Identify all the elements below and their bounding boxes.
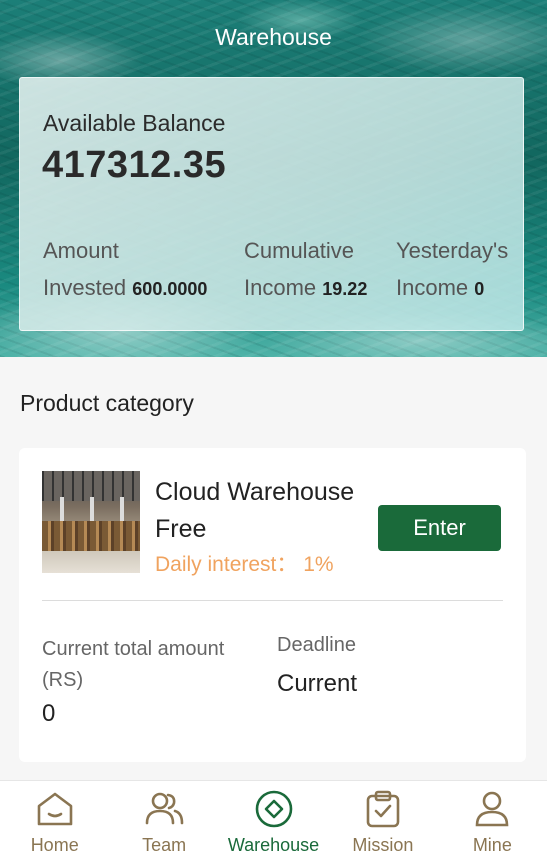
cumulative-income-stat: Cumulative Income 19.22 — [244, 232, 367, 308]
deadline-label: Deadline — [277, 634, 356, 656]
available-balance-label: Available Balance — [43, 110, 226, 136]
balance-card: Available Balance 417312.35 Amount Inves… — [19, 77, 524, 331]
current-total-amount-label: Current total amount (RS) — [42, 638, 225, 691]
nav-label: Home — [30, 835, 79, 855]
team-icon — [145, 792, 184, 825]
bottom-nav: Home Team Warehouse Mission Mine — [0, 780, 547, 865]
nav-label: Team — [142, 835, 187, 855]
mission-icon — [366, 790, 400, 828]
nav-team[interactable]: Team — [109, 781, 218, 865]
divider — [42, 600, 503, 601]
current-total-amount-value: 0 — [42, 700, 56, 727]
deadline-value: Current — [277, 670, 358, 697]
page-title: Warehouse — [215, 24, 332, 50]
amount-invested-stat: Amount Invested 600.0000 — [43, 232, 207, 308]
nav-label: Mission — [352, 835, 414, 855]
header-banner: Warehouse Available Balance 417312.35 Am… — [0, 0, 547, 357]
stat-label: Income — [396, 275, 469, 300]
warehouse-icon — [255, 790, 292, 828]
main-content: Product category Cloud Warehouse Free Da… — [0, 357, 547, 780]
stat-label: Invested — [43, 275, 127, 300]
nav-label: Mine — [472, 835, 512, 855]
stat-label: Income — [244, 275, 317, 300]
daily-interest: Daily interest： 1% — [155, 553, 334, 576]
nav-label: Warehouse — [227, 835, 320, 855]
stat-label: Cumulative — [244, 238, 355, 263]
yesterday-income-stat: Yesterday's Income 0 — [396, 232, 508, 308]
nav-home[interactable]: Home — [0, 781, 109, 865]
amount-invested-value: 600.0000 — [132, 279, 208, 299]
nav-mission[interactable]: Mission — [328, 781, 437, 865]
available-balance-value: 417312.35 — [42, 144, 227, 186]
mine-icon — [476, 791, 509, 827]
warehouse-image — [42, 471, 140, 573]
nav-warehouse[interactable]: Warehouse — [219, 781, 328, 865]
stat-label: Yesterday's — [396, 238, 509, 263]
stat-label: Amount — [43, 238, 119, 263]
home-icon — [37, 792, 73, 826]
product-name: Cloud Warehouse Free — [155, 478, 355, 543]
section-title: Product category — [20, 390, 194, 416]
nav-mine[interactable]: Mine — [438, 781, 547, 865]
cumulative-income-value: 19.22 — [322, 279, 368, 299]
product-card: Cloud Warehouse Free Daily interest： 1% … — [19, 448, 526, 762]
yesterday-income-value: 0 — [474, 279, 485, 299]
enter-button[interactable]: Enter — [378, 505, 501, 551]
